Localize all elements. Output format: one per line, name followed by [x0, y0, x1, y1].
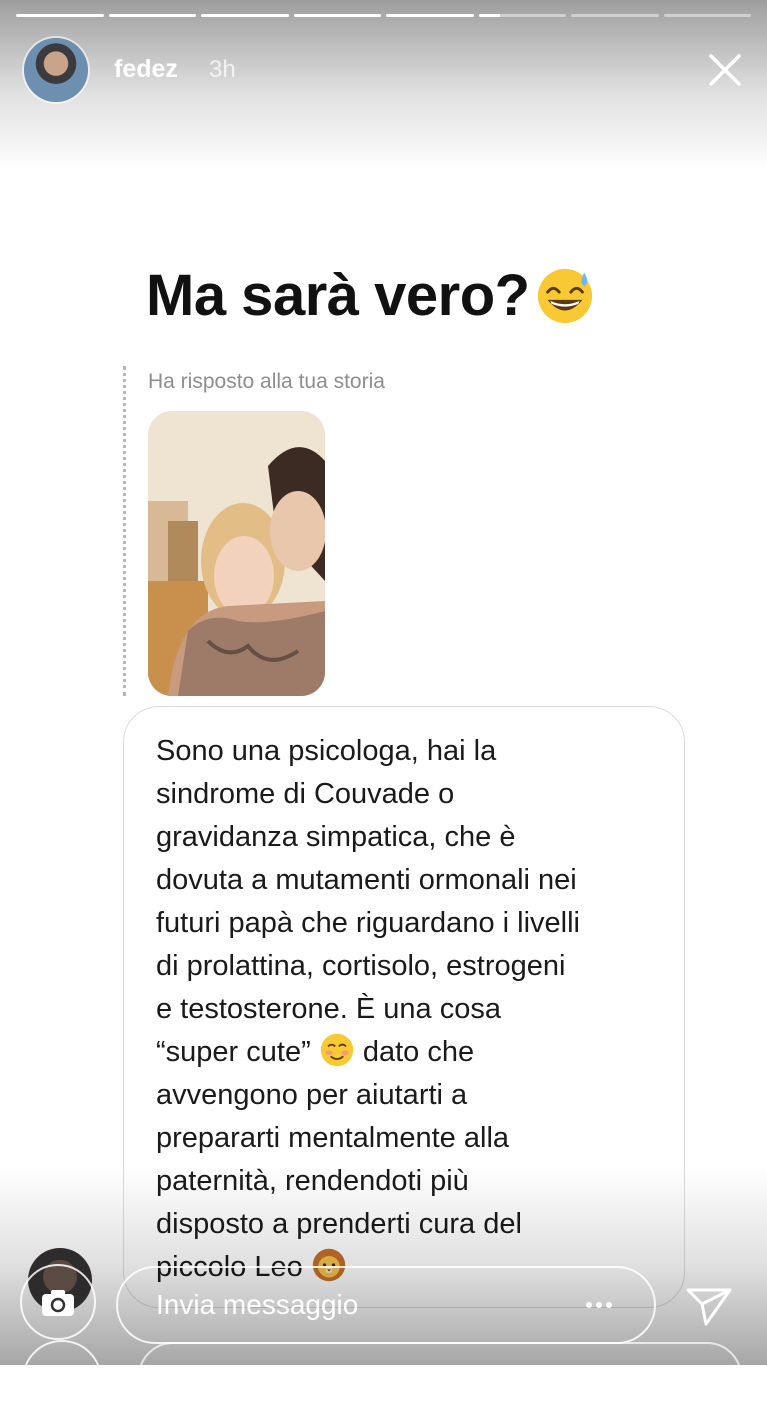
- partial-input: [138, 1342, 742, 1412]
- progress-segment: [108, 14, 196, 17]
- progress-fill: [108, 14, 196, 17]
- grinning-sweat-emoji-icon: [537, 268, 592, 324]
- progress-segment: [663, 14, 751, 17]
- username[interactable]: fedez: [114, 55, 178, 84]
- message-input-placeholder: Invia messaggio: [156, 1289, 359, 1320]
- reply-dotted-line: [123, 366, 126, 696]
- camera-icon: [42, 1290, 74, 1316]
- partial-circle: [22, 1340, 102, 1420]
- reply-label: Ha risposto alla tua storia: [148, 370, 385, 393]
- story-timestamp: 3h: [209, 56, 236, 83]
- story-progress-bar: [16, 14, 751, 18]
- progress-segment: [478, 14, 566, 17]
- user-avatar[interactable]: [24, 38, 88, 102]
- close-icon: [709, 54, 741, 86]
- progress-fill: [478, 14, 501, 17]
- progress-segment: [571, 14, 659, 17]
- progress-fill: [293, 14, 381, 17]
- title-text: Ma sarà vero?: [146, 263, 530, 328]
- message-input[interactable]: Invia messaggio: [116, 1266, 656, 1344]
- more-dots-icon[interactable]: [584, 1292, 614, 1318]
- progress-segment: [386, 14, 474, 17]
- close-button[interactable]: [707, 52, 743, 88]
- message-part-1: Sono una psicologa, hai la sindrome di C…: [156, 735, 580, 1068]
- progress-segment: [201, 14, 289, 17]
- camera-button[interactable]: [20, 1264, 96, 1340]
- progress-segment: [16, 14, 104, 17]
- progress-fill: [16, 14, 104, 17]
- message-part-2: dato che avvengono per aiutarti a prepar…: [156, 1036, 522, 1283]
- send-icon[interactable]: [684, 1280, 734, 1330]
- progress-fill: [386, 14, 474, 17]
- partial-next-row: [0, 1340, 767, 1420]
- progress-segment: [293, 14, 381, 17]
- progress-fill: [201, 14, 289, 17]
- story-header: fedez 3h: [24, 38, 743, 104]
- replied-story-thumbnail[interactable]: [148, 411, 325, 696]
- smiling-blush-emoji-icon: [320, 1033, 353, 1067]
- message-text: Sono una psicologa, hai la sindrome di C…: [156, 730, 661, 1289]
- story-title: Ma sarà vero?: [146, 262, 594, 329]
- story-photo: [148, 411, 325, 696]
